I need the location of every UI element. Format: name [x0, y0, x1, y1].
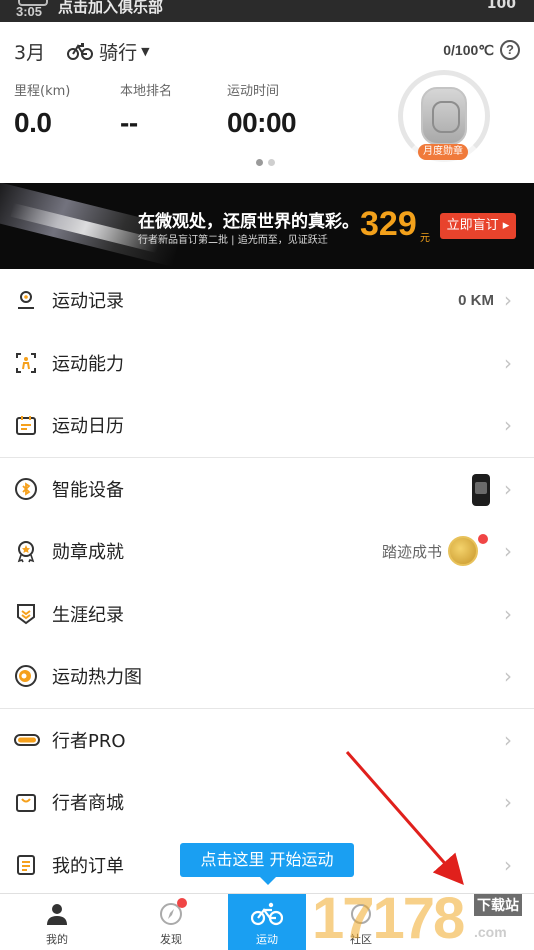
- menu-item-exercise-calendar[interactable]: 运动日历 ›: [0, 394, 534, 457]
- medal-icon: [14, 539, 38, 563]
- monthly-summary-header: 3月 骑行 ▼ 0/100℃ ? 里程(km) 0.0 本地排名 -- 运动时间…: [0, 22, 534, 182]
- chevron-right-icon: ›: [504, 727, 512, 752]
- watermark-logo: 17178: [312, 886, 465, 950]
- menu-item-xingzhe-pro[interactable]: 行者PRO ›: [0, 709, 534, 772]
- stat-label: 本地排名: [120, 84, 173, 99]
- stat-value: --: [120, 107, 138, 138]
- stat-exercise-time: 运动时间 00:00: [227, 80, 297, 139]
- help-icon[interactable]: ?: [500, 40, 520, 60]
- bluetooth-icon: [14, 477, 38, 501]
- compass-icon: [159, 898, 187, 926]
- banner-subtext: 行者新品盲订第二批 | 追光而至，见证跃迁: [138, 235, 328, 246]
- shop-bag-icon: [14, 790, 38, 814]
- start-exercise-tooltip[interactable]: 点击这里 开始运动: [180, 843, 354, 885]
- chevron-right-icon: ›: [504, 852, 512, 877]
- location-pin-icon: [14, 288, 38, 312]
- preorder-button-label: 立即盲订: [446, 218, 499, 233]
- tab-mine[interactable]: 我的: [18, 894, 96, 950]
- order-list-icon: [14, 853, 38, 877]
- chevron-right-icon: ›: [504, 790, 512, 815]
- status-bar: 3:05 点击加入俱乐部 100: [0, 0, 534, 22]
- chevron-right-icon: ›: [504, 664, 512, 689]
- menu-item-exercise-ability[interactable]: 运动能力 ›: [0, 332, 534, 395]
- month-label[interactable]: 3月: [14, 38, 45, 65]
- pro-icon: [14, 728, 40, 752]
- bike-computer-icon: [472, 473, 490, 506]
- temperature-readout: 0/100℃: [443, 42, 494, 58]
- menu-item-career-records[interactable]: 生涯纪录 ›: [0, 583, 534, 646]
- stat-value: 00:00: [227, 107, 297, 138]
- menu-item-exercise-records[interactable]: 运动记录 0 KM ›: [0, 269, 534, 332]
- menu-item-label: 运动记录: [52, 291, 124, 313]
- menu-item-smart-devices[interactable]: 智能设备 ›: [0, 458, 534, 521]
- carousel-dot-active: [256, 159, 263, 166]
- stat-label: 里程(km): [14, 84, 71, 99]
- menu-item-label: 行者PRO: [52, 730, 126, 752]
- menu-item-label: 运动能力: [52, 353, 124, 375]
- chevron-right-icon: ›: [504, 476, 512, 501]
- chevron-right-icon: ›: [504, 413, 512, 438]
- stat-value: 0.0: [14, 107, 52, 138]
- banner-currency: 元: [420, 233, 430, 244]
- promo-banner[interactable]: 在微观处，还原世界的真彩。 行者新品盲订第二批 | 追光而至，见证跃迁 329 …: [0, 183, 534, 269]
- chevron-right-icon: ›: [504, 601, 512, 626]
- stat-label: 运动时间: [227, 84, 280, 99]
- menu-item-label: 智能设备: [52, 479, 124, 501]
- latest-medal-name: 踏迹成书: [381, 542, 442, 561]
- tab-discover[interactable]: 发现: [132, 894, 210, 950]
- menu-item-label: 运动日历: [52, 416, 124, 438]
- monthly-medal[interactable]: 月度勋章: [398, 70, 490, 162]
- person-focus-icon: [14, 351, 38, 375]
- heatmap-icon: [14, 664, 38, 688]
- chevron-right-icon: ›: [504, 539, 512, 564]
- menu-item-label: 运动热力图: [52, 667, 142, 689]
- tab-exercise[interactable]: 运动: [228, 894, 306, 950]
- bike-icon: [250, 902, 284, 926]
- carousel-dot: [268, 159, 275, 166]
- menu-item-label: 勋章成就: [52, 542, 124, 564]
- menu-item-label: 我的订单: [52, 855, 124, 877]
- sport-type-selector[interactable]: 骑行: [99, 38, 137, 65]
- person-icon: [45, 902, 69, 926]
- notification-dot: [177, 898, 187, 908]
- notification-dot: [478, 534, 488, 544]
- join-club-link[interactable]: 点击加入俱乐部: [58, 0, 163, 17]
- month-sport-row: 3月 骑行 ▼: [14, 38, 150, 64]
- preorder-button[interactable]: 立即盲订 ▸: [440, 213, 516, 239]
- bike-icon: [67, 42, 94, 60]
- tab-label: 我的: [46, 933, 68, 946]
- calendar-icon: [14, 413, 38, 437]
- status-right-text: 100: [486, 0, 516, 12]
- chevron-right-icon: ›: [504, 288, 512, 313]
- chevron-right-icon: ›: [504, 350, 512, 375]
- monthly-medal-badge: 月度勋章: [418, 144, 468, 160]
- stat-distance: 里程(km) 0.0: [14, 80, 70, 139]
- rank-badge-icon: [14, 602, 38, 626]
- gold-medal-icon: [448, 536, 478, 566]
- menu-item-label: 行者商城: [52, 793, 124, 815]
- total-km-value: 0 KM: [458, 291, 494, 309]
- menu-item-medal-achievements[interactable]: 勋章成就 踏迹成书 ›: [0, 520, 534, 583]
- menu-item-xingzhe-shop[interactable]: 行者商城 ›: [0, 771, 534, 834]
- watermark-tag: 下载站: [474, 894, 522, 916]
- menu-item-heatmap[interactable]: 运动热力图 ›: [0, 645, 534, 708]
- medal-icon: [421, 87, 467, 145]
- stat-local-rank: 本地排名 --: [120, 80, 172, 139]
- status-time: 3:05: [16, 4, 43, 19]
- banner-slogan: 在微观处，还原世界的真彩。: [138, 212, 359, 232]
- menu-item-label: 生涯纪录: [52, 604, 124, 626]
- watermark-domain: .com: [474, 924, 507, 940]
- carousel-indicator: [256, 159, 275, 166]
- tab-label: 运动: [256, 933, 278, 946]
- banner-price: 329: [360, 205, 417, 243]
- tab-label: 发现: [160, 933, 182, 946]
- chevron-down-icon[interactable]: ▼: [141, 45, 149, 58]
- menu-list: 运动记录 0 KM › 运动能力 › 运动日历 › 智能设备 › 勋章成就 踏迹…: [0, 269, 534, 896]
